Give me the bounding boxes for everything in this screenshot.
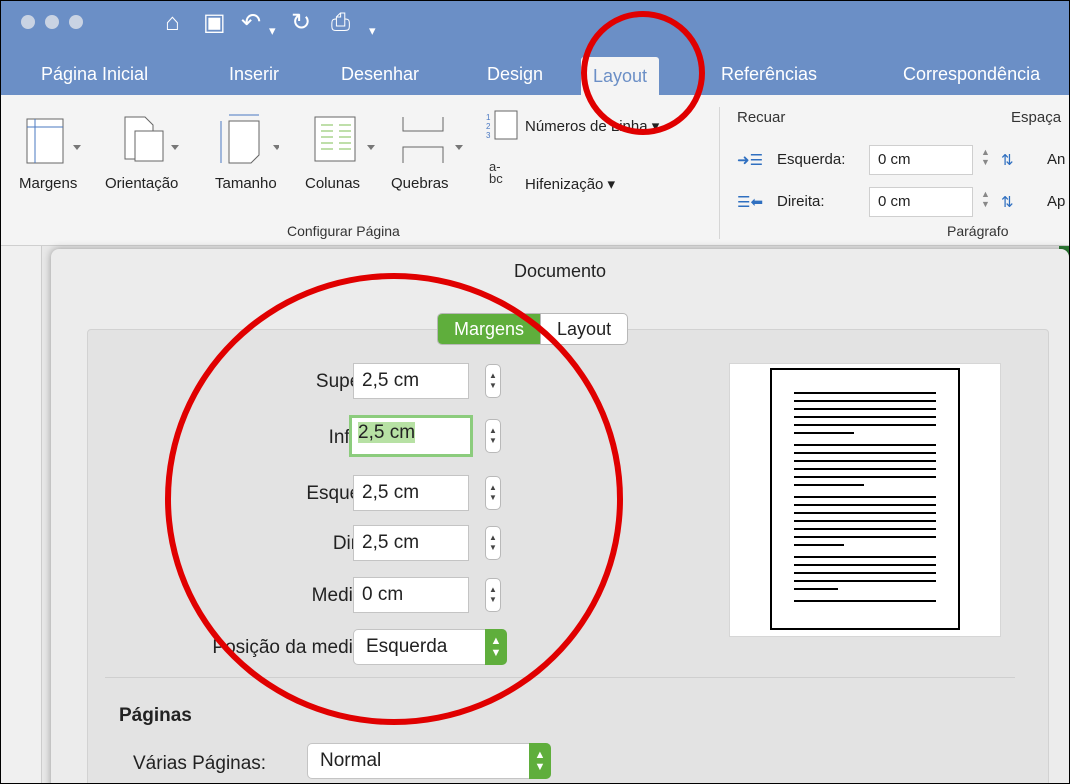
- quebras-button[interactable]: Quebras: [391, 175, 449, 192]
- medianiz-stepper[interactable]: ▲ ▼: [485, 578, 501, 612]
- customize-toolbar-icon[interactable]: ▾: [369, 17, 376, 45]
- posicao-medianiz-value: Esquerda: [366, 636, 448, 657]
- redo-icon[interactable]: ↻: [291, 9, 311, 37]
- tab-design[interactable]: Design: [487, 63, 543, 85]
- antes-label: An: [1047, 151, 1066, 168]
- indent-left-field[interactable]: 0 cm: [869, 145, 973, 175]
- margin-preview: [729, 363, 1001, 637]
- indent-right-icon: ☰⬅: [737, 194, 764, 211]
- indent-left-icon: ➜☰: [737, 152, 764, 169]
- numeros-de-linha-button[interactable]: Números de Linha ▾: [525, 117, 659, 135]
- varias-paginas-select[interactable]: Normal ▲ ▼: [307, 743, 551, 779]
- tab-referencias[interactable]: Referências: [721, 63, 817, 85]
- direita-label: Direita:: [777, 193, 825, 210]
- close-window-button[interactable]: [21, 15, 35, 29]
- hifenizacao-button[interactable]: Hifenização ▾: [525, 175, 615, 193]
- section-divider: [105, 677, 1015, 678]
- group-paragrafo: Parágrafo: [947, 223, 1009, 239]
- esquerda-margin-field[interactable]: 2,5 cm: [353, 475, 469, 511]
- posicao-medianiz-select[interactable]: Esquerda ▲ ▼: [353, 629, 507, 665]
- columns-icon[interactable]: [311, 113, 375, 169]
- apos-label: Ap: [1047, 193, 1066, 210]
- inferior-field[interactable]: 2,5 cm: [349, 415, 473, 457]
- chevron-updown-icon[interactable]: ▲ ▼: [529, 743, 551, 779]
- title-bar: ⌂ ▣ ↶ ▾ ↻ ⎙ ▾: [1, 1, 1069, 49]
- recuar-heading: Recuar: [737, 109, 786, 126]
- inferior-value: 2,5 cm: [358, 422, 416, 443]
- varias-paginas-value: Normal: [320, 750, 382, 771]
- superior-stepper[interactable]: ▲ ▼: [485, 364, 501, 398]
- ribbon-layout: Margens Orientação Tamanho Colunas Quebr…: [1, 95, 1069, 246]
- orientacao-button[interactable]: Orientação: [105, 175, 178, 192]
- line-numbers-icon: 1 2 3: [486, 110, 518, 140]
- ribbon-tabs: Página Inicial Inserir Desenhar Design L…: [1, 49, 1069, 95]
- tab-layout[interactable]: Layout: [581, 57, 660, 95]
- indent-right-stepper[interactable]: ▲ ▼: [981, 189, 990, 209]
- espacamento-heading: Espaça: [1011, 109, 1062, 126]
- preview-page: [770, 368, 960, 630]
- zoom-window-button[interactable]: [69, 15, 83, 29]
- direita-margin-field[interactable]: 2,5 cm: [353, 525, 469, 561]
- tamanho-button[interactable]: Tamanho: [215, 175, 277, 192]
- varias-paginas-label: Várias Páginas:: [133, 753, 267, 774]
- medianiz-field[interactable]: 0 cm: [353, 577, 469, 613]
- margins-icon[interactable]: [23, 113, 83, 169]
- tab-desenhar[interactable]: Desenhar: [341, 63, 419, 85]
- group-configurar-pagina: Configurar Página: [287, 223, 400, 239]
- orientation-icon[interactable]: [119, 113, 179, 169]
- tab-correspondencia[interactable]: Correspondência: [903, 63, 1040, 85]
- dialog-tabs: Margens Layout: [437, 313, 629, 345]
- minimize-window-button[interactable]: [45, 15, 59, 29]
- page-size-icon[interactable]: [215, 113, 279, 169]
- breaks-icon[interactable]: [399, 113, 463, 169]
- direita-margin-stepper[interactable]: ▲ ▼: [485, 526, 501, 560]
- paginas-heading: Páginas: [119, 705, 192, 726]
- colunas-button[interactable]: Colunas: [305, 175, 360, 192]
- screenshot-frame: ⌂ ▣ ↶ ▾ ↻ ⎙ ▾ Página Inicial Inserir Des…: [0, 0, 1070, 784]
- tab-layout-dialog[interactable]: Layout: [540, 314, 627, 344]
- dialog-title: Documento: [513, 261, 607, 281]
- undo-dropdown-icon[interactable]: ▾: [269, 17, 276, 45]
- tab-inserir[interactable]: Inserir: [229, 63, 279, 85]
- ribbon-separator: [719, 107, 720, 239]
- indent-left-stepper[interactable]: ▲ ▼: [981, 147, 990, 167]
- superior-field[interactable]: 2,5 cm: [353, 363, 469, 399]
- indent-right-field[interactable]: 0 cm: [869, 187, 973, 217]
- svg-text:1: 1: [486, 113, 491, 122]
- undo-icon[interactable]: ↶: [241, 9, 261, 37]
- vertical-ruler: [1, 246, 42, 783]
- chevron-updown-icon[interactable]: ▲ ▼: [485, 629, 507, 665]
- tab-pagina-inicial[interactable]: Página Inicial: [41, 63, 148, 85]
- spacing-after-icon: ⇅: [1001, 194, 1014, 211]
- esquerda-label: Esquerda:: [777, 151, 846, 168]
- documento-dialog: Documento Margens Layout Superior: 2,5 c…: [51, 249, 1069, 783]
- tab-margens[interactable]: Margens: [438, 314, 541, 344]
- save-icon[interactable]: ▣: [203, 9, 226, 37]
- print-icon[interactable]: ⎙: [331, 9, 350, 37]
- esquerda-margin-stepper[interactable]: ▲ ▼: [485, 476, 501, 510]
- home-icon[interactable]: ⌂: [165, 9, 180, 37]
- hyphenation-icon: a- bc: [489, 159, 503, 186]
- svg-text:3: 3: [486, 131, 491, 140]
- inferior-stepper[interactable]: ▲ ▼: [485, 419, 501, 453]
- svg-text:2: 2: [486, 122, 491, 131]
- margens-button[interactable]: Margens: [19, 175, 77, 192]
- spacing-before-icon: ⇅: [1001, 152, 1014, 169]
